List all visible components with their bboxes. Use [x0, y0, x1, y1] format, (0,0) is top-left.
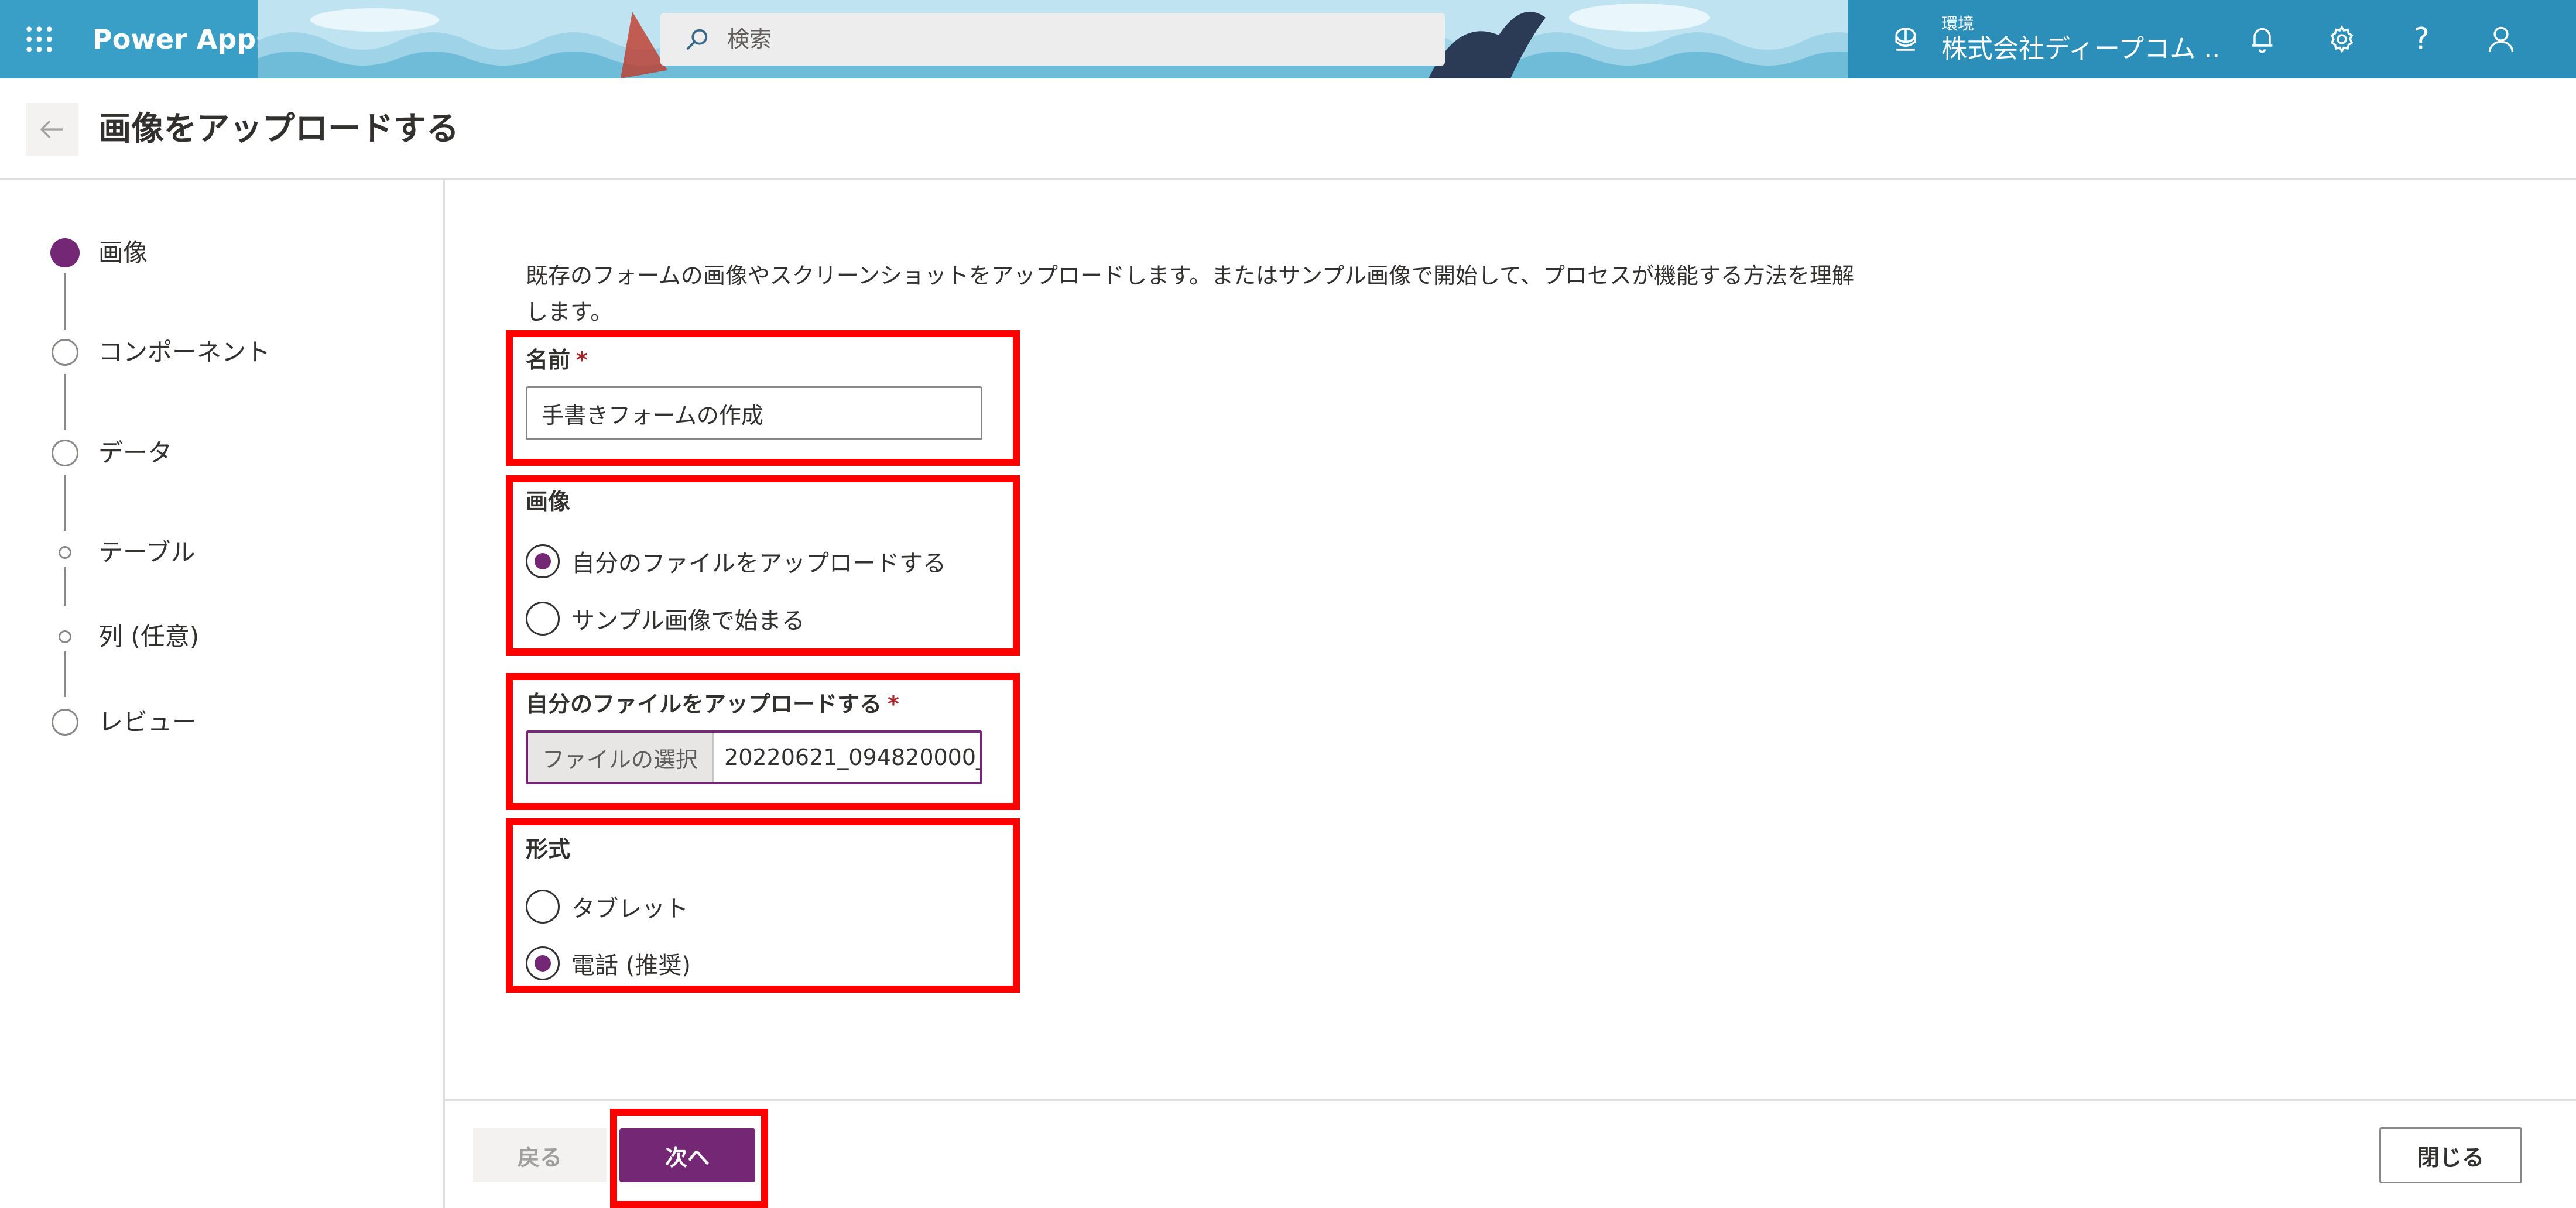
radio-upload-own-file[interactable]: 自分のファイルをアップロードする — [526, 541, 946, 582]
account-button[interactable] — [2461, 0, 2541, 78]
description-text: 既存のフォームの画像やスクリーンショットをアップロードします。またはサンプル画像… — [526, 263, 1854, 325]
waffle-icon[interactable] — [0, 0, 78, 78]
environment-label: 環境 — [1941, 14, 1975, 33]
close-button[interactable]: 閉じる — [2379, 1127, 2522, 1183]
radio-button[interactable] — [526, 890, 560, 924]
step-connector — [64, 651, 66, 697]
arrow-left-icon — [40, 120, 63, 139]
help-button[interactable]: ? — [2382, 0, 2461, 78]
step-connector — [64, 374, 66, 430]
user-icon — [2488, 26, 2514, 52]
top-icon-bar: ? — [2222, 0, 2576, 78]
radio-sample-image[interactable]: サンプル画像で始まる — [526, 598, 805, 639]
radio-tablet[interactable]: タブレット — [526, 886, 688, 927]
back-button[interactable]: 戻る — [473, 1128, 607, 1182]
top-bar: Power Apps 環境 株式会社ディープコム ... — [0, 0, 2576, 78]
environment-picker[interactable]: 環境 株式会社ディープコム ... — [1848, 0, 2228, 78]
required-mark: * — [888, 691, 899, 717]
radio-phone-recommended[interactable]: 電話 (推奨) — [526, 943, 691, 984]
settings-button[interactable] — [2302, 0, 2382, 78]
search-input[interactable] — [727, 26, 1371, 52]
environment-icon — [1895, 28, 1916, 51]
file-picker[interactable]: ファイルの選択 20220621_094820000_ — [526, 730, 982, 784]
radio-label: サンプル画像で始まる — [571, 608, 805, 634]
choose-file-button[interactable]: ファイルの選択 — [528, 733, 714, 782]
radio-label: 自分のファイルをアップロードする — [571, 550, 946, 577]
radio-button-checked[interactable] — [526, 544, 560, 578]
app-name[interactable]: Power Apps — [93, 0, 272, 78]
radio-button[interactable] — [526, 602, 560, 636]
radio-button-checked[interactable] — [526, 946, 560, 980]
name-input[interactable] — [526, 386, 982, 440]
environment-name: 株式会社ディープコム ... — [1941, 34, 2229, 64]
footer-divider — [445, 1099, 2576, 1101]
upload-label-text: 自分のファイルをアップロードする — [526, 691, 882, 717]
step-label-review[interactable]: レビュー — [98, 706, 197, 739]
back-arrow-button[interactable] — [26, 103, 78, 156]
wizard-stepper: 画像 コンポーネント データ テーブル 列 (任意) レビュー — [0, 180, 445, 1208]
substep-indicator — [59, 546, 71, 559]
gear-icon — [2330, 25, 2354, 53]
step-indicator-current — [50, 238, 80, 267]
help-icon: ? — [2413, 22, 2430, 57]
radio-label: 電話 (推奨) — [571, 952, 691, 979]
step-connector — [64, 567, 66, 606]
step-connector — [64, 475, 66, 531]
image-label: 画像 — [526, 489, 571, 514]
upload-label: 自分のファイルをアップロードする * — [526, 686, 899, 718]
step-indicator — [52, 339, 78, 366]
notifications-button[interactable] — [2222, 0, 2302, 78]
format-label: 形式 — [526, 836, 571, 862]
step-label-columns[interactable]: 列 (任意) — [98, 620, 199, 653]
name-label: 名前 * — [526, 342, 588, 374]
step-label-image[interactable]: 画像 — [98, 236, 148, 269]
selected-file-name: 20220621_094820000_ — [724, 744, 980, 770]
step-label-components[interactable]: コンポーネント — [98, 336, 270, 369]
required-mark: * — [576, 347, 588, 373]
page-title: 画像をアップロードする — [98, 110, 459, 148]
radio-label: タブレット — [571, 895, 688, 922]
step-connector — [64, 273, 66, 330]
step-label-table[interactable]: テーブル — [98, 536, 195, 569]
step-label-data[interactable]: データ — [98, 437, 172, 469]
name-label-text: 名前 — [526, 347, 571, 373]
step-indicator — [52, 440, 78, 466]
bell-icon — [2252, 28, 2273, 53]
step-indicator — [52, 709, 78, 736]
search-box[interactable] — [660, 13, 1445, 66]
search-icon — [686, 29, 708, 50]
next-button[interactable]: 次へ — [619, 1128, 755, 1182]
substep-indicator — [59, 630, 71, 643]
